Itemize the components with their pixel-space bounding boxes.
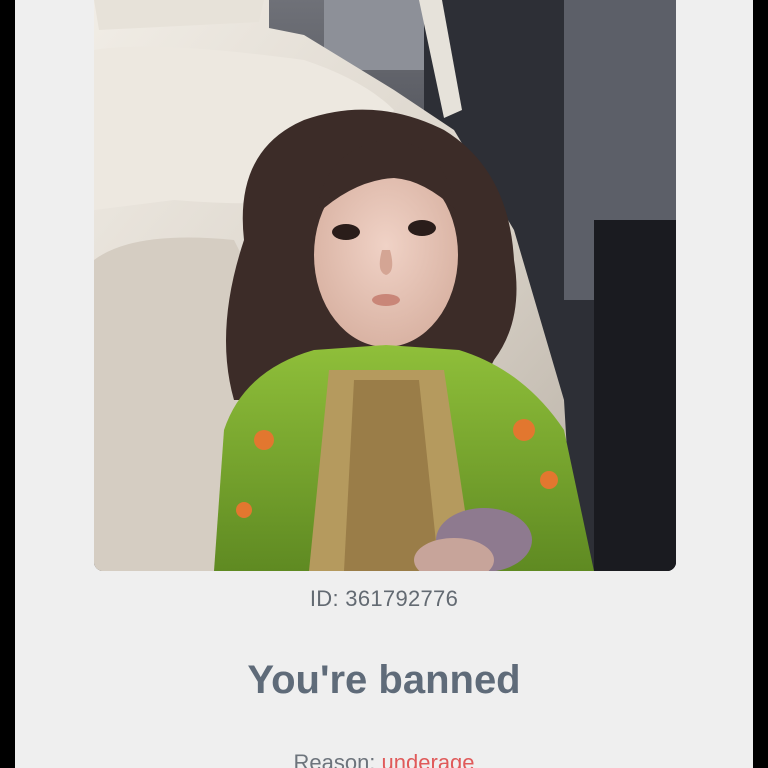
profile-photo-image (94, 0, 676, 571)
profile-photo (94, 0, 676, 571)
user-id-value: 361792776 (345, 586, 459, 611)
ban-reason-label: Reason: (293, 750, 376, 768)
ban-screen: ID: 361792776 You're banned Reason: unde… (15, 0, 753, 768)
ban-title: You're banned (247, 658, 521, 702)
user-id: ID: 361792776 (15, 586, 753, 612)
ban-reason-value: underage (381, 750, 475, 768)
ban-reason: Reason: underage (15, 750, 753, 768)
user-id-label: ID: (309, 586, 339, 611)
